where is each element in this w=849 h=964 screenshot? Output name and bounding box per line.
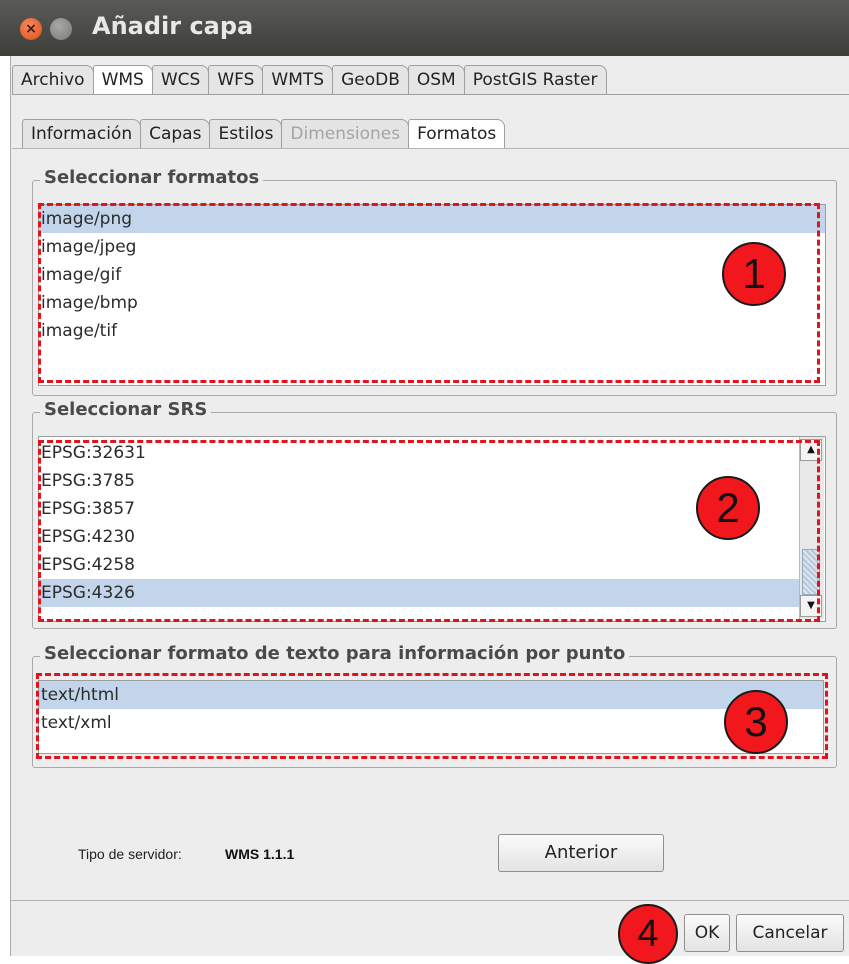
cancel-button[interactable]: Cancelar [736,914,844,952]
subtab-formatos[interactable]: Formatos [408,119,506,148]
tab-wmts[interactable]: WMTS [262,65,334,94]
subtab-capas[interactable]: Capas [140,119,211,148]
annotation-box-3 [36,673,828,759]
title-bar: × Añadir capa [0,0,849,56]
window-title: Añadir capa [92,12,254,40]
annotation-badge-2: 2 [696,476,760,540]
tab-wms[interactable]: WMS [92,65,153,94]
tab-postgis-raster[interactable]: PostGIS Raster [463,65,607,94]
annotation-badge-1: 1 [722,242,786,306]
formats-group-title: Seleccionar formatos [40,167,264,188]
subtab-información[interactable]: Información [22,119,142,148]
main-tab-bar: Archivo WMS WCS WFS WMTS GeoDB OSM PostGIS Rast… [12,62,607,94]
info-format-group-title: Seleccionar formato de texto para inform… [40,643,630,664]
tab-geodb[interactable]: GeoDB [332,65,409,94]
subtab-estilos[interactable]: Estilos [209,119,283,148]
close-window-button[interactable]: × [20,18,42,40]
tab-archivo[interactable]: Archivo [12,65,94,94]
minimize-window-button[interactable] [50,18,72,40]
previous-button[interactable]: Anterior [498,834,664,872]
srs-group-title: Seleccionar SRS [40,399,212,420]
sub-tab-bar: Información Capas Estilos Dimensiones Format… [22,114,506,148]
server-type-value: WMS 1.1.1 [225,846,295,862]
tab-wfs[interactable]: WFS [208,65,264,94]
annotation-box-2 [38,440,820,622]
sub-tab-divider [12,148,849,149]
annotation-badge-4: 4 [618,904,678,964]
annotation-box-1 [38,203,820,383]
annotation-badge-3: 3 [724,690,788,754]
ok-button[interactable]: OK [684,914,730,952]
tab-osm[interactable]: OSM [407,65,465,94]
subtab-dimensiones: Dimensiones [281,119,410,148]
server-type-label: Tipo de servidor: [78,846,182,862]
footer-divider [10,900,849,901]
tab-wcs[interactable]: WCS [151,65,210,94]
